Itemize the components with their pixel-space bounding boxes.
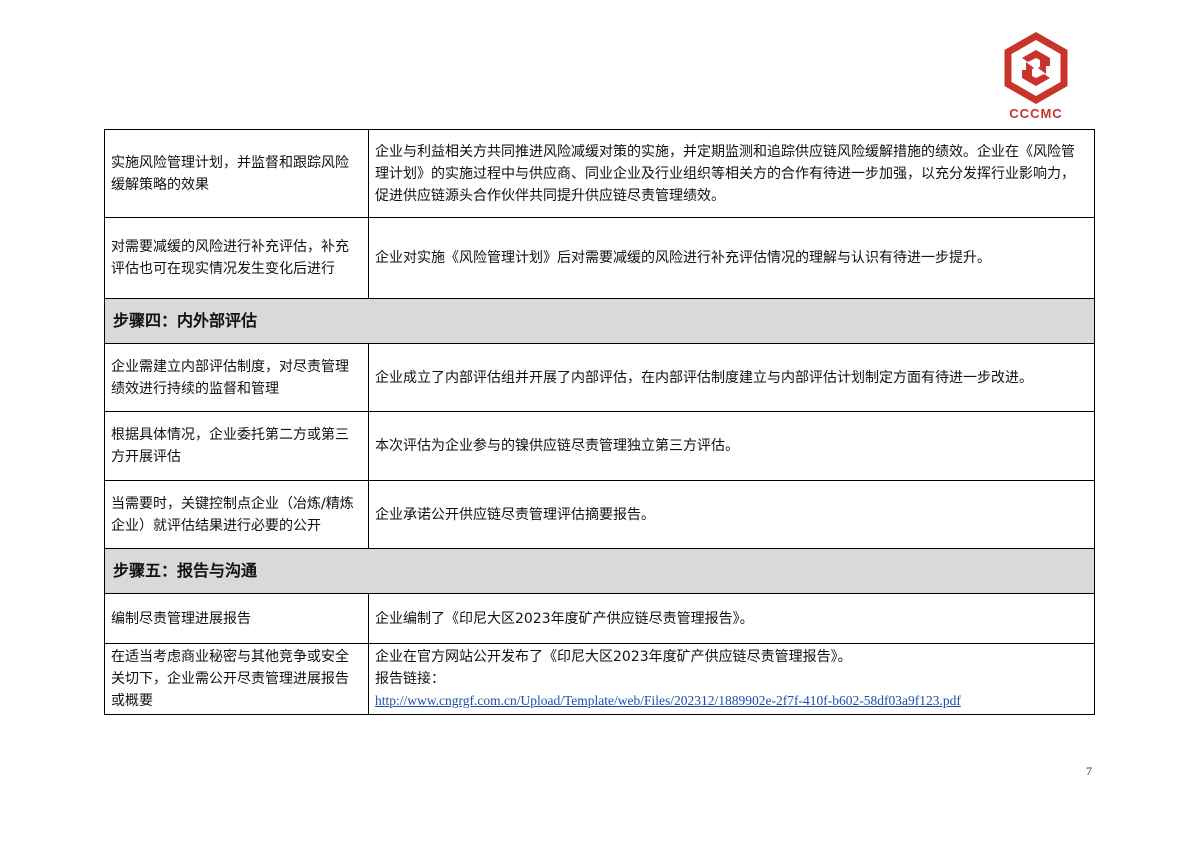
table-row: 实施风险管理计划，并监督和跟踪风险缓解策略的效果 企业与利益相关方共同推进风险减…: [104, 129, 1095, 218]
table-row: 根据具体情况，企业委托第二方或第三方开展评估 本次评估为企业参与的镍供应链尽责管…: [104, 411, 1095, 481]
section-title: 步骤四：内外部评估: [104, 298, 1095, 344]
criteria-text: 编制尽责管理进展报告: [111, 610, 251, 627]
table-row: 当需要时，关键控制点企业（冶炼/精炼企业）就评估结果进行必要的公开 企业承诺公开…: [104, 480, 1095, 549]
page-number: 7: [1086, 764, 1092, 778]
finding-cell: 企业编制了《印尼大区2023年度矿产供应链尽责管理报告》。: [368, 593, 1095, 644]
finding-text: 企业编制了《印尼大区2023年度矿产供应链尽责管理报告》。: [375, 610, 754, 627]
section-title: 步骤五：报告与沟通: [104, 548, 1095, 594]
criteria-cell: 实施风险管理计划，并监督和跟踪风险缓解策略的效果: [104, 129, 369, 218]
table-row: 对需要减缓的风险进行补充评估，补充评估也可在现实情况发生变化后进行 企业对实施《…: [104, 217, 1095, 299]
criteria-text: 企业需建立内部评估制度，对尽责管理绩效进行持续的监督和管理: [111, 358, 349, 397]
finding-text: 企业与利益相关方共同推进风险减缓对策的实施，并定期监测和追踪供应链风险缓解措施的…: [375, 143, 1075, 204]
report-link-label: 报告链接：: [375, 671, 445, 687]
finding-cell: 企业在官方网站公开发布了《印尼大区2023年度矿产供应链尽责管理报告》。 报告链…: [368, 643, 1095, 715]
table-row: 编制尽责管理进展报告 企业编制了《印尼大区2023年度矿产供应链尽责管理报告》。: [104, 593, 1095, 644]
criteria-cell: 对需要减缓的风险进行补充评估，补充评估也可在现实情况发生变化后进行: [104, 217, 369, 299]
finding-text: 企业成立了内部评估组并开展了内部评估，在内部评估制度建立与内部评估计划制定方面有…: [375, 369, 1033, 386]
criteria-cell: 企业需建立内部评估制度，对尽责管理绩效进行持续的监督和管理: [104, 343, 369, 412]
criteria-cell: 当需要时，关键控制点企业（冶炼/精炼企业）就评估结果进行必要的公开: [104, 480, 369, 549]
finding-cell: 企业与利益相关方共同推进风险减缓对策的实施，并定期监测和追踪供应链风险缓解措施的…: [368, 129, 1095, 218]
logo-text: CCCMC: [1009, 106, 1063, 121]
finding-text: 企业在官方网站公开发布了《印尼大区2023年度矿产供应链尽责管理报告》。: [375, 649, 852, 665]
table-row: 在适当考虑商业秘密与其他竞争或安全关切下，企业需公开尽责管理进展报告或概要 企业…: [104, 643, 1095, 715]
criteria-cell: 在适当考虑商业秘密与其他竞争或安全关切下，企业需公开尽责管理进展报告或概要: [104, 643, 369, 715]
assessment-table: 实施风险管理计划，并监督和跟踪风险缓解策略的效果 企业与利益相关方共同推进风险减…: [104, 129, 1095, 715]
criteria-text: 当需要时，关键控制点企业（冶炼/精炼企业）就评估结果进行必要的公开: [111, 495, 354, 534]
table-row: 企业需建立内部评估制度，对尽责管理绩效进行持续的监督和管理 企业成立了内部评估组…: [104, 343, 1095, 412]
criteria-text: 对需要减缓的风险进行补充评估，补充评估也可在现实情况发生变化后进行: [111, 239, 349, 277]
finding-cell: 企业承诺公开供应链尽责管理评估摘要报告。: [368, 480, 1095, 549]
criteria-cell: 根据具体情况，企业委托第二方或第三方开展评估: [104, 411, 369, 481]
criteria-text: 根据具体情况，企业委托第二方或第三方开展评估: [111, 427, 349, 465]
section-header-row: 步骤四：内外部评估: [104, 298, 1095, 344]
finding-cell: 本次评估为企业参与的镍供应链尽责管理独立第三方评估。: [368, 411, 1095, 481]
criteria-text: 实施风险管理计划，并监督和跟踪风险缓解策略的效果: [111, 154, 349, 193]
company-logo: CCCMC: [996, 32, 1076, 128]
report-link[interactable]: http://www.cngrgf.com.cn/Upload/Template…: [375, 693, 961, 708]
criteria-cell: 编制尽责管理进展报告: [104, 593, 369, 644]
finding-cell: 企业成立了内部评估组并开展了内部评估，在内部评估制度建立与内部评估计划制定方面有…: [368, 343, 1095, 412]
finding-text: 企业对实施《风险管理计划》后对需要减缓的风险进行补充评估情况的理解与认识有待进一…: [375, 250, 991, 266]
finding-text: 企业承诺公开供应链尽责管理评估摘要报告。: [375, 506, 655, 523]
section-header-row: 步骤五：报告与沟通: [104, 548, 1095, 594]
criteria-text: 在适当考虑商业秘密与其他竞争或安全关切下，企业需公开尽责管理进展报告或概要: [111, 649, 349, 709]
finding-text: 本次评估为企业参与的镍供应链尽责管理独立第三方评估。: [375, 438, 739, 454]
cccmc-logo-icon: [1004, 32, 1068, 104]
finding-cell: 企业对实施《风险管理计划》后对需要减缓的风险进行补充评估情况的理解与认识有待进一…: [368, 217, 1095, 299]
